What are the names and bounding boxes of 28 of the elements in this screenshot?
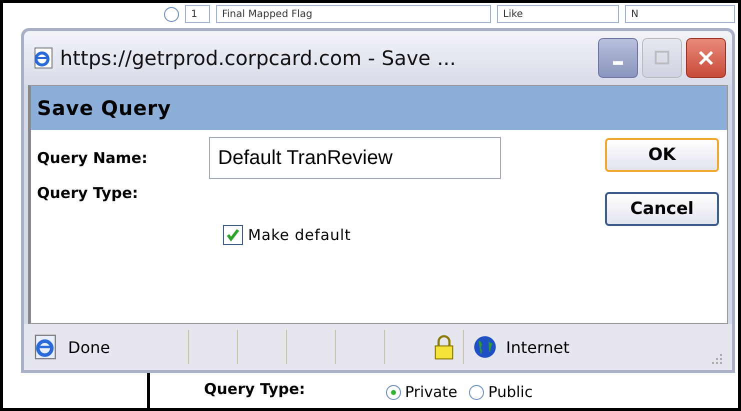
dialog-heading: Save Query xyxy=(31,86,727,130)
close-icon xyxy=(696,48,716,68)
query-type-radio[interactable] xyxy=(469,384,484,400)
radio-label: Public xyxy=(488,383,533,401)
status-text: Done xyxy=(68,338,112,356)
query-type-label: Query Type: xyxy=(204,380,306,398)
query-type-label: Query Type: xyxy=(37,184,140,202)
padlock-icon xyxy=(433,334,455,360)
query-name-label: Query Name: xyxy=(37,149,148,167)
globe-icon xyxy=(472,334,498,360)
operator-cell: Like xyxy=(497,5,619,23)
radio-label: Private xyxy=(405,383,458,401)
make-default-checkbox[interactable] xyxy=(223,225,243,245)
field-cell: Final Mapped Flag xyxy=(216,5,491,23)
zone-text: Internet xyxy=(506,338,571,356)
minimize-icon xyxy=(613,61,623,65)
close-button[interactable] xyxy=(686,38,726,78)
row-number-cell: 1 xyxy=(185,5,210,23)
maximize-icon xyxy=(653,49,671,67)
dialog-button[interactable]: Cancel xyxy=(605,192,719,226)
row-radio[interactable] xyxy=(164,6,179,22)
value-cell: N xyxy=(625,5,735,23)
dialog-button[interactable]: OK xyxy=(605,138,719,172)
minimize-button[interactable] xyxy=(598,38,638,78)
window-title: https://getrprod.corpcard.com - Save ... xyxy=(60,46,458,70)
query-type-radio[interactable] xyxy=(386,384,401,400)
make-default-label: Make default xyxy=(248,226,352,244)
query-name-field[interactable]: Default TranReview xyxy=(209,137,501,179)
